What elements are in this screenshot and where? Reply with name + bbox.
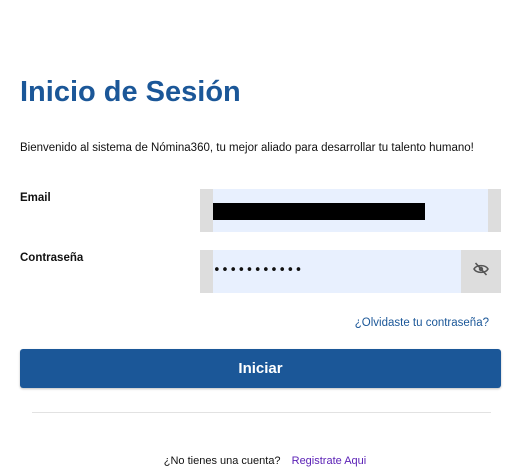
login-button[interactable]: Iniciar bbox=[20, 349, 501, 388]
register-row: ¿No tienes una cuenta? Registrate Aqui bbox=[0, 455, 530, 467]
eye-off-icon bbox=[473, 262, 489, 281]
divider bbox=[32, 412, 491, 413]
password-input[interactable]: ••••••••••• bbox=[213, 263, 303, 279]
toggle-password-visibility-button[interactable] bbox=[461, 250, 501, 293]
forgot-password-link[interactable]: ¿Olvidaste tu contraseña? bbox=[355, 317, 489, 329]
email-field-container[interactable] bbox=[200, 189, 501, 232]
redacted-email-value bbox=[213, 203, 425, 220]
register-link[interactable]: Registrate Aqui bbox=[292, 455, 367, 467]
password-label: Contraseña bbox=[20, 252, 84, 264]
welcome-text: Bienvenido al sistema de Nómina360, tu m… bbox=[20, 142, 474, 154]
email-label: Email bbox=[20, 192, 51, 204]
password-field-container[interactable]: ••••••••••• bbox=[200, 250, 501, 293]
register-question: ¿No tienes una cuenta? bbox=[163, 455, 281, 467]
page-title: Inicio de Sesión bbox=[20, 76, 241, 108]
